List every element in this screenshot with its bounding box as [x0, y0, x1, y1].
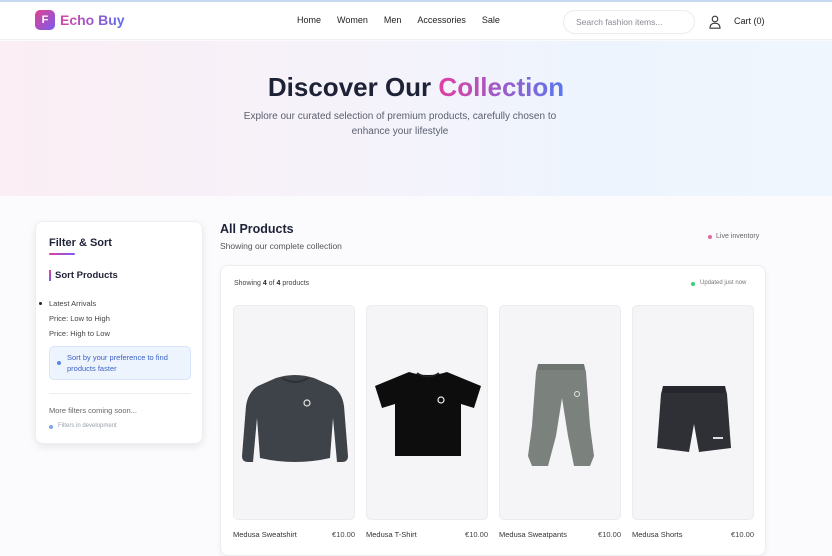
nav-item-men[interactable]: Men [384, 15, 402, 25]
count-prefix: Showing [234, 280, 261, 287]
sort-accent-bar [49, 270, 51, 281]
title-underline [49, 253, 75, 255]
updated-indicator-icon [691, 282, 695, 286]
main-nav: Home Women Men Accessories Sale [297, 15, 516, 25]
product-price: €10.00 [598, 530, 621, 539]
filter-sidebar: Filter & Sort Sort Products Latest Arriv… [35, 221, 203, 444]
more-filters-text: More filters coming soon... [49, 406, 137, 415]
sort-option-latest[interactable]: Latest Arrivals [38, 299, 96, 308]
hero-banner: Discover Our Collection Explore our cura… [0, 41, 832, 196]
brand-logo[interactable]: F Echo Buy [35, 10, 125, 30]
live-indicator-icon [708, 235, 712, 239]
nav-item-home[interactable]: Home [297, 15, 321, 25]
product-name[interactable]: Medusa Sweatshirt [233, 530, 297, 539]
product-name[interactable]: Medusa T-Shirt [366, 530, 417, 539]
logo-mark: F [35, 10, 55, 30]
nav-item-accessories[interactable]: Accessories [417, 15, 466, 25]
hero-subtitle: Explore our curated selection of premium… [243, 111, 557, 137]
products-title: All Products [220, 222, 294, 236]
cart-link[interactable]: Cart (0) [734, 16, 765, 26]
dev-note: Filters in development [58, 423, 117, 429]
product-count: Showing 4 of 4 products [234, 280, 309, 287]
brand-name: Echo Buy [60, 12, 125, 28]
info-dot-icon [57, 361, 61, 365]
product-card[interactable]: Medusa T-Shirt €10.00 [366, 305, 488, 539]
hero-title: Discover Our Collection [0, 72, 832, 103]
product-price: €10.00 [465, 530, 488, 539]
product-grid-panel: Showing 4 of 4 products Updated just now… [220, 265, 766, 556]
hero-title-accent: Collection [438, 72, 565, 102]
top-navbar: F Echo Buy Home Women Men Accessories Sa… [0, 0, 832, 40]
sort-title: Sort Products [55, 270, 118, 281]
sort-option-high-low[interactable]: Price: High to Low [49, 329, 110, 338]
user-icon[interactable] [709, 15, 721, 29]
sort-tip-box: Sort by your preference to find products… [49, 346, 191, 380]
products-subtitle: Showing our complete collection [220, 241, 342, 251]
live-inventory-label: Live inventory [716, 233, 760, 240]
product-image-tshirt[interactable] [366, 305, 488, 520]
product-card[interactable]: Medusa Shorts €10.00 [632, 305, 754, 539]
sort-tip-text: Sort by your preference to find products… [67, 353, 168, 373]
product-image-shorts[interactable] [632, 305, 754, 520]
hero-title-main: Discover Our [267, 72, 432, 102]
count-of: of [268, 280, 275, 287]
nav-item-sale[interactable]: Sale [482, 15, 500, 25]
product-price: €10.00 [332, 530, 355, 539]
product-image-sweatpants[interactable] [499, 305, 621, 520]
divider [49, 393, 191, 394]
product-price: €10.00 [731, 530, 754, 539]
nav-item-women[interactable]: Women [337, 15, 368, 25]
search-input[interactable] [563, 10, 695, 34]
dev-dot-icon [49, 425, 53, 429]
product-card[interactable]: Medusa Sweatpants €10.00 [499, 305, 621, 539]
count-suffix: products [282, 280, 310, 287]
product-card[interactable]: Medusa Sweatshirt €10.00 [233, 305, 355, 539]
sort-option-low-high[interactable]: Price: Low to High [49, 314, 110, 323]
count-shown: 4 [262, 280, 267, 287]
count-total: 4 [276, 280, 281, 287]
sidebar-title: Filter & Sort [49, 237, 112, 249]
product-image-sweatshirt[interactable] [233, 305, 355, 520]
product-name[interactable]: Medusa Shorts [632, 530, 682, 539]
product-name[interactable]: Medusa Sweatpants [499, 530, 567, 539]
updated-label: Updated just now [700, 280, 747, 286]
